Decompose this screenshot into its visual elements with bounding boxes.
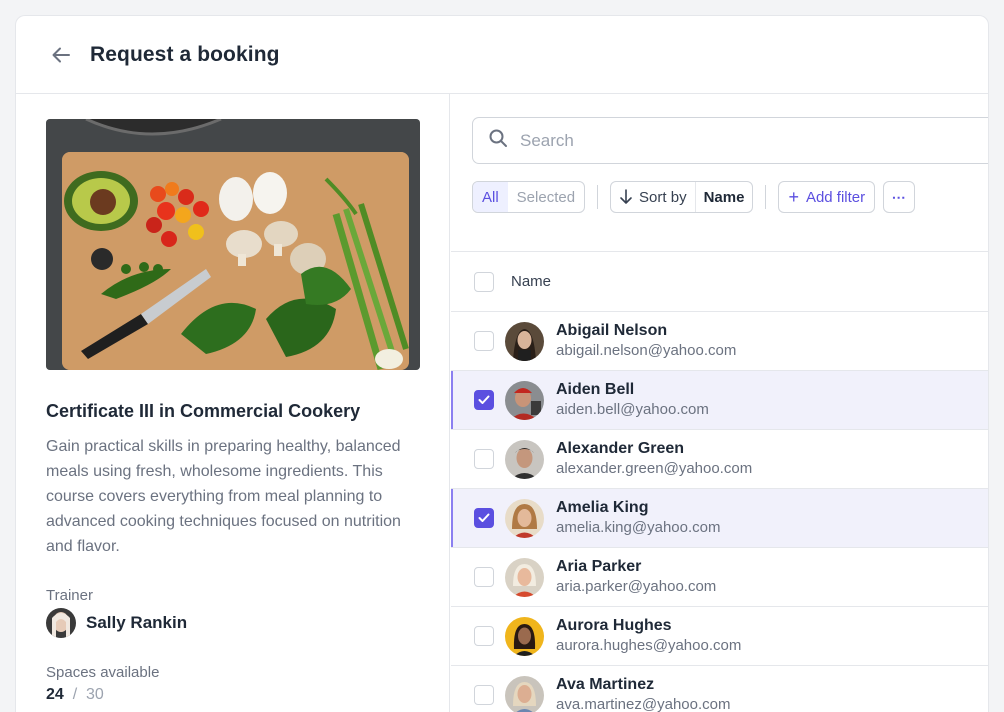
table-row[interactable]: Alexander Green alexander.green@yahoo.com [451,430,988,489]
search-box[interactable] [472,117,988,164]
attendee-name: Amelia King [556,499,649,516]
spaces-count: 24 / 30 [46,686,419,704]
trainer: Sally Rankin [46,608,419,638]
spaces-label: Spaces available [46,664,160,681]
avatar [505,439,544,479]
more-options-icon[interactable]: ⋯ [883,181,916,213]
spaces-separator: / [72,686,78,703]
table-row[interactable]: Aria Parker aria.parker@yahoo.com [451,548,988,607]
row-checkbox[interactable] [474,626,494,646]
toolbar-divider [765,185,767,209]
column-header-name[interactable]: Name [511,273,551,290]
row-checkbox[interactable] [474,567,494,587]
page-header: Request a booking [16,16,988,94]
row-checkbox[interactable] [474,449,494,469]
table-row[interactable]: Amelia King amelia.king@yahoo.com [451,489,988,548]
row-checkbox[interactable] [474,390,494,410]
table-row[interactable]: Aiden Bell aiden.bell@yahoo.com [451,371,988,430]
add-filter-label: Add filter [805,188,866,206]
search-icon [488,128,508,153]
sort-control[interactable]: Sort by Name [610,181,754,213]
page-title: Request a booking [90,42,280,66]
course-panel: Certificate III in Commercial Cookery Ga… [16,94,450,712]
table-row[interactable]: Abigail Nelson abigail.nelson@yahoo.com [451,312,988,371]
attendee-name: Aurora Hughes [556,617,672,634]
search-input[interactable] [520,130,920,151]
attendee-list: Abigail Nelson abigail.nelson@yahoo.com A… [451,312,988,712]
plus-icon: + [788,186,799,207]
select-all-checkbox[interactable] [474,271,494,292]
attendee-panel: All Selected Sort by Name + Add filter ⋯ [451,94,988,712]
attendee-name: Aiden Bell [556,381,635,398]
course-title: Certificate III in Commercial Cookery [46,401,361,421]
sort-label: Sort by [639,188,687,206]
table-header: Name [451,251,988,312]
attendee-email: aiden.bell@yahoo.com [556,401,709,418]
attendee-email: abigail.nelson@yahoo.com [556,342,737,359]
trainer-avatar [46,608,76,638]
avatar [505,321,544,361]
toolbar: All Selected Sort by Name + Add filter ⋯ [472,181,916,213]
spaces-total: 30 [86,686,104,703]
avatar [505,616,544,656]
attendee-email: aurora.hughes@yahoo.com [556,637,742,654]
row-checkbox[interactable] [474,508,494,528]
avatar [505,380,544,420]
tab-all[interactable]: All [473,182,508,212]
avatar [505,557,544,597]
avatar [505,498,544,538]
sort-by-button[interactable]: Sort by [611,182,696,212]
attendee-name: Alexander Green [556,440,685,457]
row-checkbox[interactable] [474,331,494,351]
course-description: Gain practical skills in preparing healt… [46,438,401,555]
table-row[interactable]: Ava Martinez ava.martinez@yahoo.com [451,666,988,712]
toolbar-divider [597,185,599,209]
add-filter-button[interactable]: + Add filter [778,181,876,213]
spaces-available: 24 [46,686,64,703]
trainer-label: Trainer [46,587,93,604]
attendee-name: Abigail Nelson [556,322,668,339]
row-checkbox[interactable] [474,685,494,705]
attendee-email: alexander.green@yahoo.com [556,460,753,477]
view-toggle: All Selected [472,181,586,213]
table-row[interactable]: Aurora Hughes aurora.hughes@yahoo.com [451,607,988,666]
sort-value[interactable]: Name [696,182,753,212]
attendee-email: aria.parker@yahoo.com [556,578,717,595]
back-arrow-icon[interactable] [48,42,74,68]
attendee-email: ava.martinez@yahoo.com [556,696,731,712]
attendee-name: Aria Parker [556,558,642,575]
booking-card: Request a booking Certificate III in Com… [15,15,989,712]
course-image [46,119,420,370]
tab-selected[interactable]: Selected [508,182,584,212]
attendee-name: Ava Martinez [556,676,655,693]
arrow-down-icon [619,189,633,205]
attendee-email: amelia.king@yahoo.com [556,519,721,536]
avatar [505,675,544,712]
trainer-name: Sally Rankin [86,613,188,632]
